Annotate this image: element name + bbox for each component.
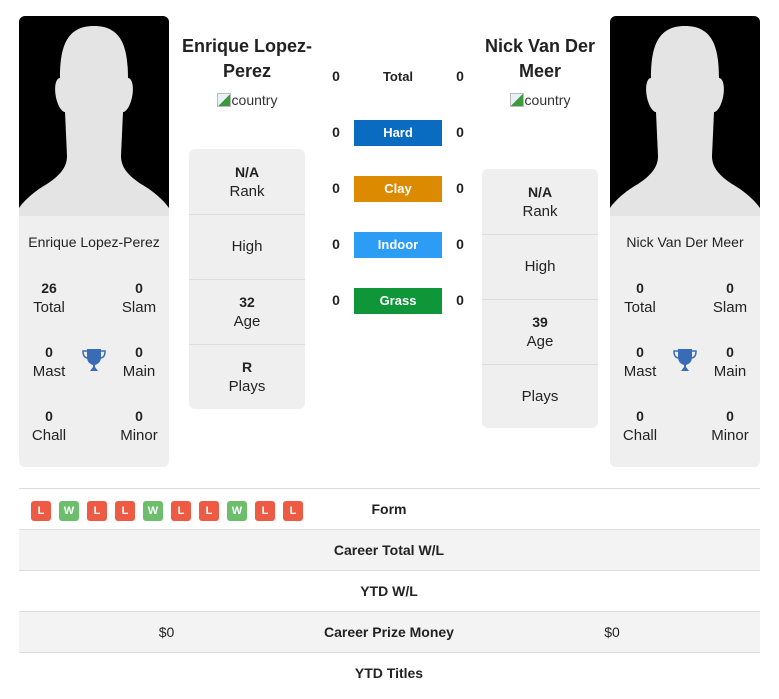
silhouette-icon bbox=[19, 26, 169, 216]
player2-age: 39 Age bbox=[482, 299, 598, 364]
player1-minor-titles: 0 Minor bbox=[120, 408, 158, 444]
player2-plays: Plays bbox=[482, 364, 598, 428]
surface-indoor-badge: Indoor bbox=[354, 232, 442, 258]
form-badge-loss[interactable]: L bbox=[199, 501, 219, 521]
surface-hard-badge: Hard bbox=[354, 120, 442, 146]
form-badge-win[interactable]: W bbox=[227, 501, 247, 521]
form-badge-loss[interactable]: L bbox=[255, 501, 275, 521]
player1-chall-titles: 0 Chall bbox=[31, 408, 67, 444]
form-row: LWLLWLLWLL Form bbox=[19, 489, 760, 530]
form-badge-loss[interactable]: L bbox=[171, 501, 191, 521]
player1-name-heading[interactable]: Enrique Lopez-Perez bbox=[172, 34, 322, 84]
table-row: YTD Titles bbox=[354, 665, 424, 681]
player1-card: Enrique Lopez-Perez 26 Total 0 Slam 0 Mast … bbox=[19, 16, 169, 467]
comparison-table: LWLLWLLWLL Form Career Total W/L YTD W/L… bbox=[19, 488, 760, 694]
player2-main-titles: 0 Main bbox=[713, 344, 747, 380]
table-row: YTD W/L bbox=[19, 571, 760, 612]
player1-country: country bbox=[172, 92, 322, 108]
h2h-total-row: 0 Total 0 bbox=[332, 68, 464, 84]
player1-total-titles: 26 Total bbox=[33, 280, 65, 316]
player1-plays: R Plays bbox=[189, 344, 305, 409]
player1-main-titles: 0 Main bbox=[122, 344, 156, 380]
silhouette-icon bbox=[610, 26, 760, 216]
player1-age: 32 Age bbox=[189, 279, 305, 344]
player2-slam-titles: 0 Slam bbox=[712, 280, 748, 316]
form-badge-loss[interactable]: L bbox=[115, 501, 135, 521]
trophy-icon bbox=[672, 347, 698, 373]
player1-mast-titles: 0 Mast bbox=[32, 344, 66, 380]
table-row: $0 Career Prize Money $0 bbox=[19, 612, 760, 653]
flag-icon bbox=[216, 93, 231, 107]
h2h-grass-row: 0 Grass 0 bbox=[326, 288, 470, 314]
player2-country: country bbox=[465, 92, 615, 108]
player1-card-name: Enrique Lopez-Perez bbox=[28, 234, 160, 250]
player2-photo bbox=[610, 16, 760, 216]
player1-rank: N/A Rank bbox=[229, 163, 265, 200]
form-badges: LWLLWLLWLL bbox=[31, 501, 303, 521]
form-badge-loss[interactable]: L bbox=[31, 501, 51, 521]
player2-high: High bbox=[482, 234, 598, 299]
h2h-hard-row: 0 Hard 0 bbox=[326, 120, 470, 146]
surface-clay-badge: Clay bbox=[354, 176, 442, 202]
h2h-clay-row: 0 Clay 0 bbox=[326, 176, 470, 202]
h2h-indoor-row: 0 Indoor 0 bbox=[326, 232, 470, 258]
trophy-icon bbox=[81, 347, 107, 373]
player1-high: High bbox=[189, 214, 305, 279]
player2-rank: N/A Rank bbox=[522, 183, 558, 220]
player2-minor-titles: 0 Minor bbox=[711, 408, 749, 444]
player2-info: N/A Rank High 39 Age Plays bbox=[482, 169, 598, 428]
player2-card-name: Nick Van Der Meer bbox=[626, 234, 744, 250]
form-label: Form bbox=[371, 501, 407, 517]
player2-name-heading[interactable]: Nick Van Der Meer bbox=[465, 34, 615, 84]
player2-chall-titles: 0 Chall bbox=[622, 408, 658, 444]
form-badge-loss[interactable]: L bbox=[87, 501, 107, 521]
flag-icon bbox=[509, 93, 524, 107]
player2-mast-titles: 0 Mast bbox=[623, 344, 657, 380]
form-badge-win[interactable]: W bbox=[59, 501, 79, 521]
table-row: Career Total W/L bbox=[19, 530, 760, 571]
player2-total-titles: 0 Total bbox=[624, 280, 656, 316]
player1-slam-titles: 0 Slam bbox=[121, 280, 157, 316]
player2-card: Nick Van Der Meer 0 Total 0 Slam 0 Mast 0 Ma… bbox=[610, 16, 760, 467]
surface-grass-badge: Grass bbox=[354, 288, 442, 314]
player1-info: N/A Rank High 32 Age R Plays bbox=[189, 149, 305, 409]
player1-photo bbox=[19, 16, 169, 216]
form-badge-win[interactable]: W bbox=[143, 501, 163, 521]
